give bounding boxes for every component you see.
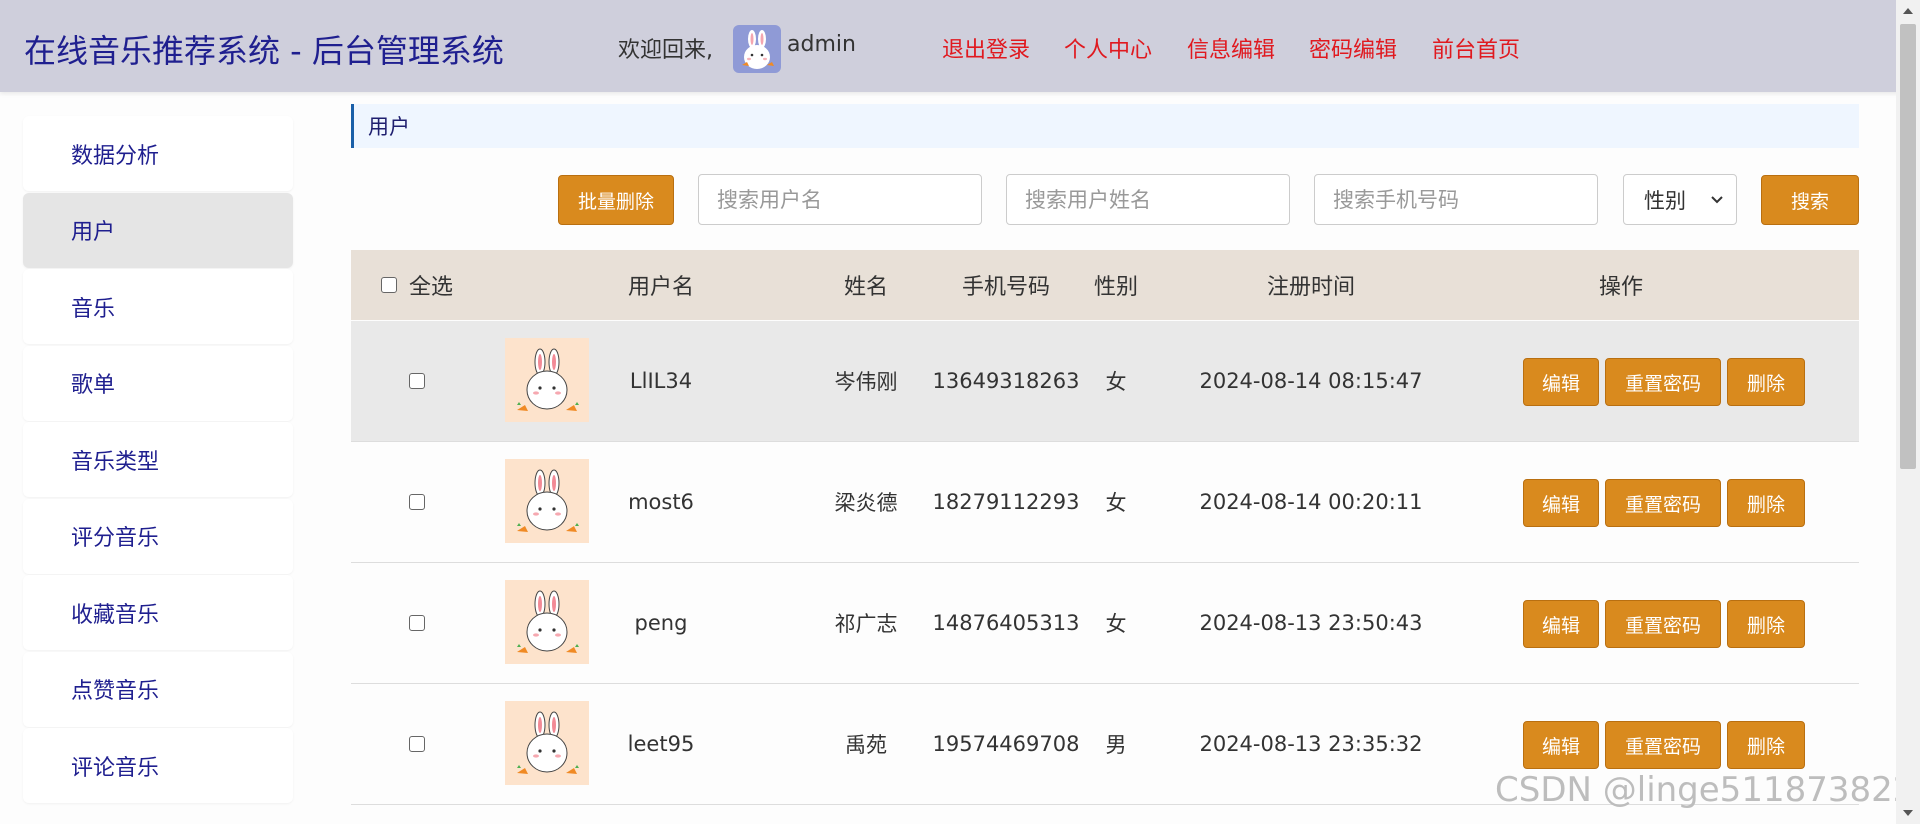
delete-button[interactable]: 删除	[1727, 721, 1805, 769]
frontend-home-link[interactable]: 前台首页	[1432, 32, 1520, 64]
sidebar-item-music-types[interactable]: 音乐类型	[23, 422, 293, 497]
cell-username: leet95	[627, 732, 695, 756]
cell-registered: 2024-08-14 00:20:11	[1199, 490, 1423, 514]
select-all[interactable]: 全选	[381, 250, 461, 320]
edit-button[interactable]: 编辑	[1523, 600, 1599, 648]
sidebar-item-liked-music[interactable]: 点赞音乐	[23, 651, 293, 727]
batch-delete-button[interactable]: 批量删除	[558, 175, 674, 225]
cell-registered: 2024-08-13 23:50:43	[1199, 611, 1423, 635]
cell-username: LlIL34	[629, 369, 693, 393]
app-title: 在线音乐推荐系统 - 后台管理系统	[24, 32, 504, 70]
reset-password-button[interactable]: 重置密码	[1605, 358, 1721, 406]
column-header-username: 用户名	[627, 275, 694, 300]
column-header-registered: 注册时间	[1266, 275, 1355, 300]
gender-select[interactable]: 性别	[1623, 174, 1737, 225]
sidebar-item-commented-music[interactable]: 评论音乐	[23, 728, 293, 803]
cell-username: peng	[634, 611, 688, 635]
search-name-input[interactable]	[1006, 174, 1290, 225]
sidebar-item-data-analysis[interactable]: 数据分析	[23, 116, 293, 191]
table-header: 全选 用户名 姓名 手机号码 性别 注册时间 操作	[351, 250, 1859, 320]
table-row: LlIL34 岑伟刚 13649318263 女 2024-08-14 08:1…	[351, 321, 1859, 442]
gender-select-value: 性别	[1644, 188, 1686, 213]
row-checkbox[interactable]	[409, 373, 425, 389]
admin-avatar[interactable]	[733, 25, 781, 73]
sidebar-item-playlists[interactable]: 歌单	[23, 345, 293, 421]
delete-button[interactable]: 删除	[1727, 358, 1805, 406]
column-header-actions: 操作	[1598, 275, 1643, 300]
edit-button[interactable]: 编辑	[1523, 358, 1599, 406]
select-all-checkbox[interactable]	[381, 277, 397, 293]
column-header-gender: 性别	[1093, 275, 1138, 300]
cell-username: most6	[628, 490, 694, 514]
vertical-scrollbar[interactable]	[1896, 0, 1920, 824]
reset-password-button[interactable]: 重置密码	[1605, 600, 1721, 648]
scrollbar-thumb[interactable]	[1900, 24, 1916, 469]
delete-button[interactable]: 删除	[1727, 479, 1805, 527]
cell-registered: 2024-08-14 08:15:47	[1199, 369, 1423, 393]
search-phone-input[interactable]	[1314, 174, 1598, 225]
cell-gender: 男	[1105, 733, 1127, 757]
table-row: most6 梁炎德 18279112293 女 2024-08-14 00:20…	[351, 442, 1859, 563]
section-title: 用户	[351, 104, 1859, 148]
table-row: peng 祁广志 14876405313 女 2024-08-13 23:50:…	[351, 563, 1859, 684]
edit-password-link[interactable]: 密码编辑	[1309, 32, 1397, 64]
cell-gender: 女	[1105, 612, 1127, 636]
cell-gender: 女	[1105, 370, 1127, 394]
edit-button[interactable]: 编辑	[1523, 721, 1599, 769]
sidebar-item-music[interactable]: 音乐	[23, 269, 293, 344]
sidebar-item-rated-music[interactable]: 评分音乐	[23, 498, 293, 574]
logout-link[interactable]: 退出登录	[942, 32, 1030, 64]
select-all-label: 全选	[409, 275, 454, 300]
row-checkbox[interactable]	[409, 615, 425, 631]
admin-username: admin	[787, 32, 856, 57]
csdn-watermark: CSDN @linge511873822	[1495, 770, 1915, 810]
cell-gender: 女	[1105, 491, 1127, 515]
search-button[interactable]: 搜索	[1761, 175, 1859, 225]
sidebar-item-users[interactable]: 用户	[23, 192, 293, 268]
reset-password-button[interactable]: 重置密码	[1605, 479, 1721, 527]
bunny-icon	[742, 30, 774, 69]
top-header: 在线音乐推荐系统 - 后台管理系统 欢迎回来, admin 退出登录 个人中心 …	[0, 0, 1920, 92]
sidebar-nav: 数据分析 用户 音乐 歌单 音乐类型 评分音乐 收藏音乐 点赞音乐 评论音乐	[23, 116, 293, 805]
cell-registered: 2024-08-13 23:35:32	[1199, 732, 1423, 756]
welcome-text: 欢迎回来,	[618, 38, 713, 63]
edit-button[interactable]: 编辑	[1523, 479, 1599, 527]
search-username-input[interactable]	[698, 174, 982, 225]
profile-link[interactable]: 个人中心	[1064, 32, 1152, 64]
delete-button[interactable]: 删除	[1727, 600, 1805, 648]
scroll-up-icon[interactable]	[1902, 6, 1914, 16]
reset-password-button[interactable]: 重置密码	[1605, 721, 1721, 769]
sidebar-item-favorite-music[interactable]: 收藏音乐	[23, 575, 293, 650]
row-checkbox[interactable]	[409, 494, 425, 510]
chevron-down-icon	[1711, 196, 1723, 204]
edit-info-link[interactable]: 信息编辑	[1187, 32, 1275, 64]
scroll-down-icon[interactable]	[1902, 808, 1914, 818]
row-checkbox[interactable]	[409, 736, 425, 752]
